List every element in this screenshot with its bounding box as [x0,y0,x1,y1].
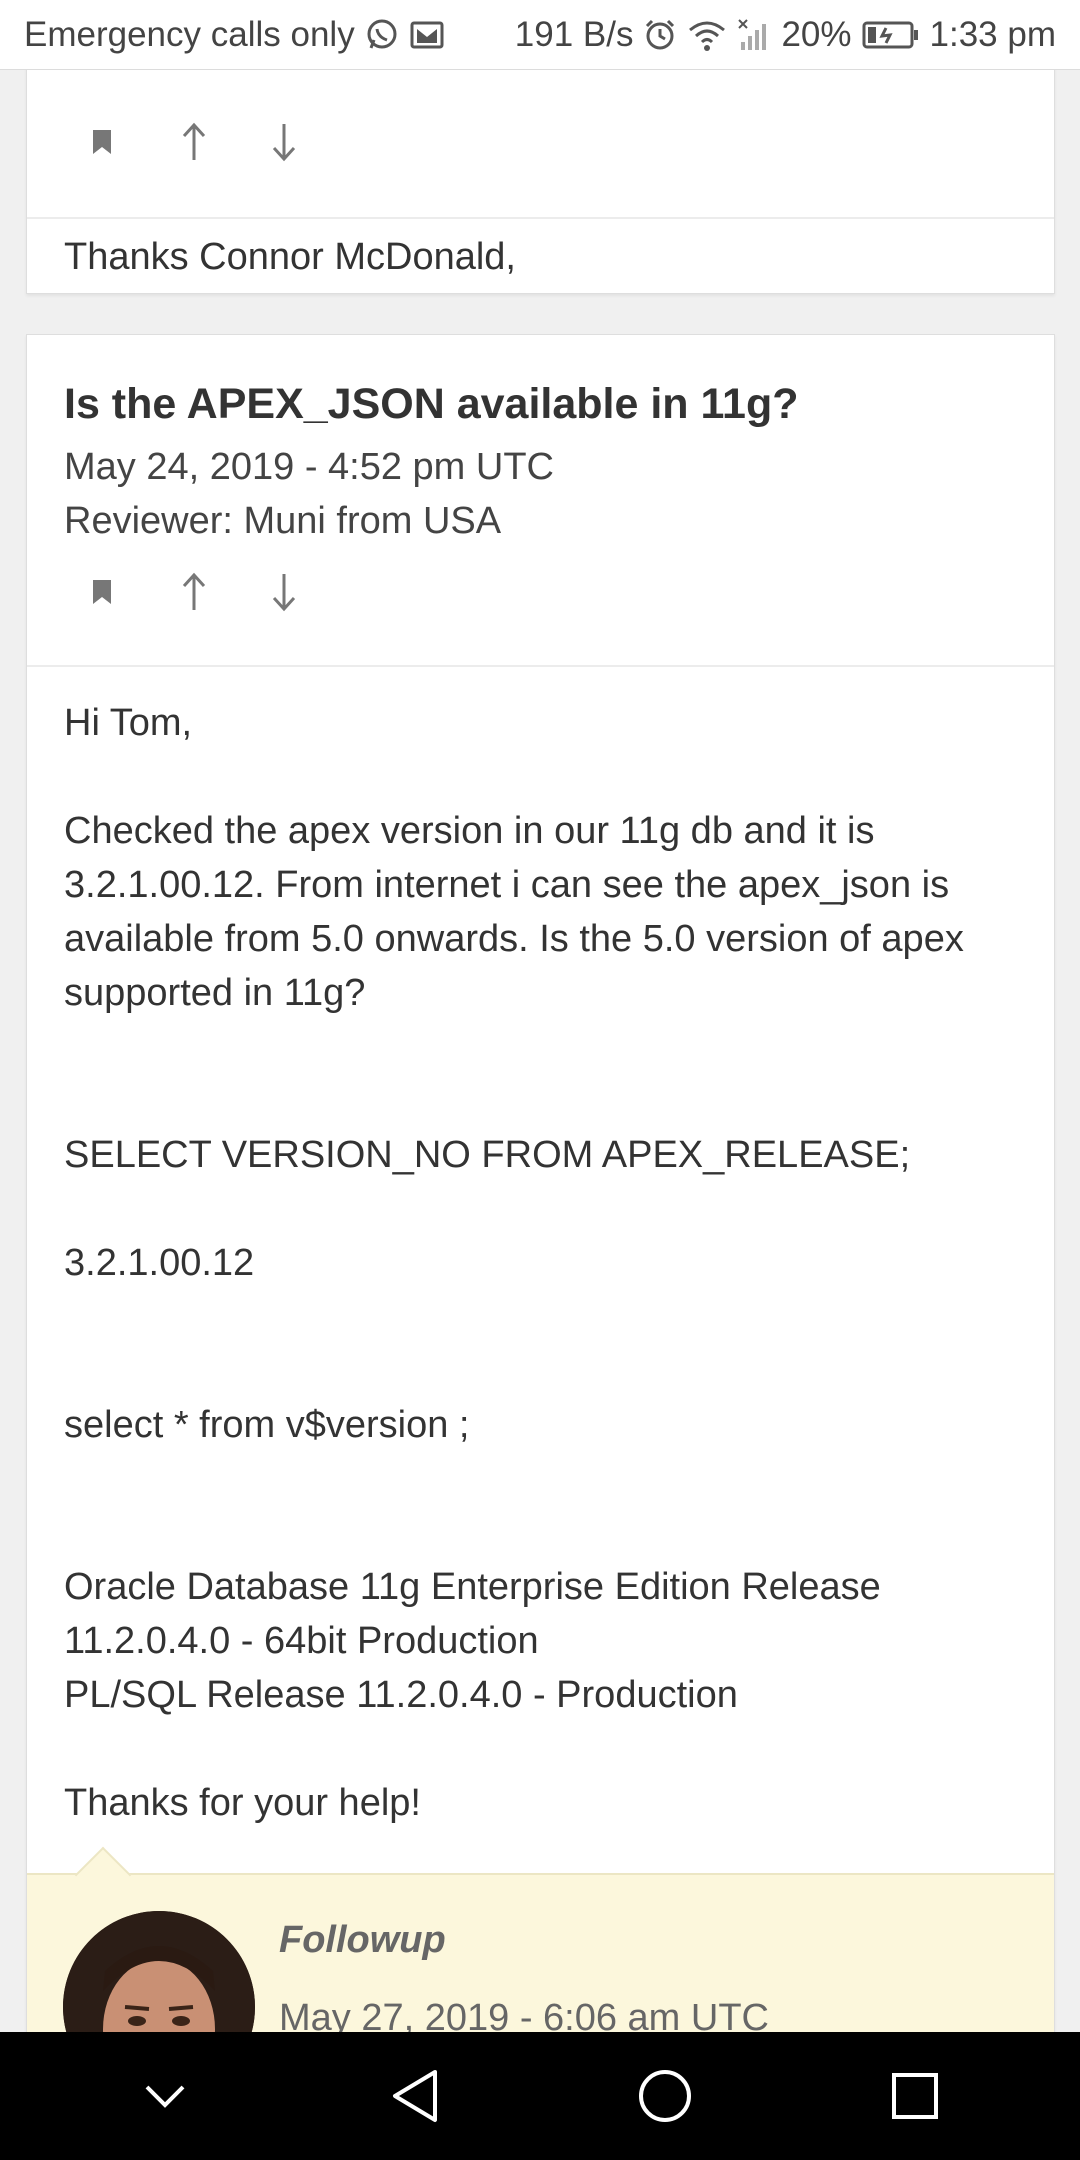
whatsapp-icon [365,18,399,52]
recents-icon[interactable] [870,2051,960,2141]
alarm-icon [643,18,677,52]
carrier-text: Emergency calls only [24,14,355,54]
sql-query: select * from v$version ; [64,1404,470,1446]
clock-text: 1:33 pm [929,14,1056,54]
arrow-up-icon[interactable] [181,567,271,617]
avatar[interactable] [63,1911,255,2032]
mail-icon [409,19,445,51]
followup-date: May 27, 2019 - 6:06 am UTC [279,1997,769,2032]
review-card: Is the APEX_JSON available in 11g? May 2… [26,334,1055,2032]
sql-query: SELECT VERSION_NO FROM APEX_RELEASE; [64,1134,911,1176]
review-body: Hi Tom, Checked the apex version in our … [64,696,1044,1830]
arrow-down-icon[interactable] [271,567,361,617]
bookmark-icon[interactable] [91,567,181,617]
bookmark-icon[interactable] [91,117,181,167]
review-content[interactable]: Thanks Connor McDonald, Is the APEX_JSON… [0,70,1080,2032]
followup-notch [74,1846,132,1904]
sql-result: Oracle Database 11g Enterprise Edition R… [64,1566,881,1662]
reviewer-name: Reviewer: Muni from USA [64,500,502,542]
signal-icon [737,18,771,52]
wifi-icon [687,18,727,52]
sql-result: 3.2.1.00.12 [64,1242,255,1284]
home-icon[interactable] [620,2051,710,2141]
sql-result: PL/SQL Release 11.2.0.4.0 - Production [64,1674,738,1716]
divider [27,217,1054,219]
battery-charging-icon [862,20,920,50]
closing-text: Thanks for your help! [64,1782,421,1824]
review-text: Thanks Connor McDonald, [64,236,516,278]
arrow-down-icon[interactable] [271,117,361,167]
body-paragraph: Checked the apex version in our 11g db a… [64,810,964,1014]
navigation-bar [0,2032,1080,2160]
divider [27,665,1054,667]
review-title: Is the APEX_JSON available in 11g? [64,380,799,428]
review-card: Thanks Connor McDonald, [26,70,1055,294]
review-date: May 24, 2019 - 4:52 pm UTC [64,446,554,488]
battery-percent-text: 20% [781,14,852,54]
net-speed-text: 191 B/s [514,14,634,54]
review-actions [91,567,361,617]
back-icon[interactable] [370,2051,460,2141]
collapse-icon[interactable] [120,2051,210,2141]
followup-section: Followup May 27, 2019 - 6:06 am UTC [27,1846,1054,2032]
status-bar: Emergency calls only 191 B/s 20% 1:33 pm [0,0,1080,70]
greeting-text: Hi Tom, [64,702,193,744]
arrow-up-icon[interactable] [181,117,271,167]
followup-label: Followup [279,1919,446,1961]
review-actions [91,117,361,167]
